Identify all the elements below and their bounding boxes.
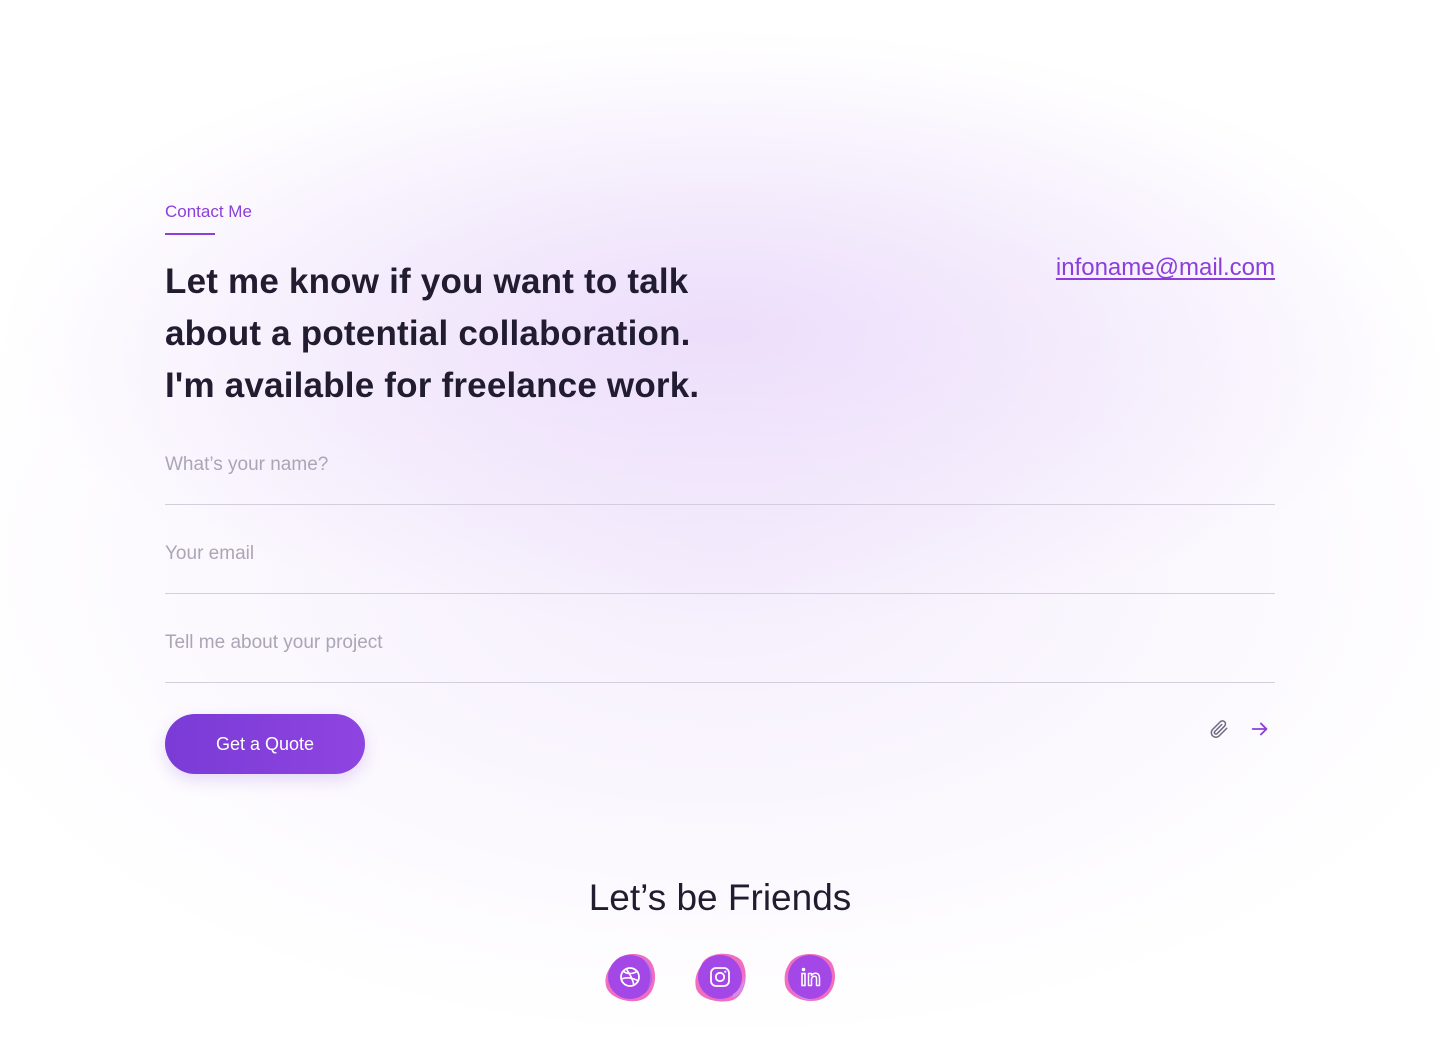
headline-line-1: Let me know if you want to talk xyxy=(165,262,689,301)
contact-headline: Let me know if you want to talk about a … xyxy=(165,256,785,412)
friends-title: Let’s be Friends xyxy=(588,877,852,918)
email-link[interactable]: infoname@mail.com xyxy=(1056,252,1275,284)
section-eyebrow: Contact Me xyxy=(165,202,252,221)
name-field xyxy=(165,445,1275,505)
instagram-link[interactable] xyxy=(693,950,747,1004)
linkedin-icon xyxy=(784,954,835,1002)
headline-line-2: about a potential collaboration. xyxy=(165,314,691,353)
dribbble-icon xyxy=(605,953,656,1002)
paperclip-icon[interactable] xyxy=(1208,718,1230,740)
instagram-icon xyxy=(695,953,746,1002)
email-field xyxy=(165,534,1275,594)
project-input[interactable] xyxy=(165,623,1275,663)
dribbble-link[interactable] xyxy=(603,950,657,1004)
project-field xyxy=(165,623,1275,683)
get-quote-button[interactable]: Get a Quote xyxy=(165,714,365,774)
headline-line-3: I'm available for freelance work. xyxy=(165,366,700,405)
eyebrow-underline xyxy=(165,233,215,235)
email-input[interactable] xyxy=(165,534,1275,574)
linkedin-link[interactable] xyxy=(783,950,837,1004)
arrow-right-icon[interactable] xyxy=(1249,718,1271,740)
social-links xyxy=(603,950,837,1006)
name-input[interactable] xyxy=(165,445,1275,485)
